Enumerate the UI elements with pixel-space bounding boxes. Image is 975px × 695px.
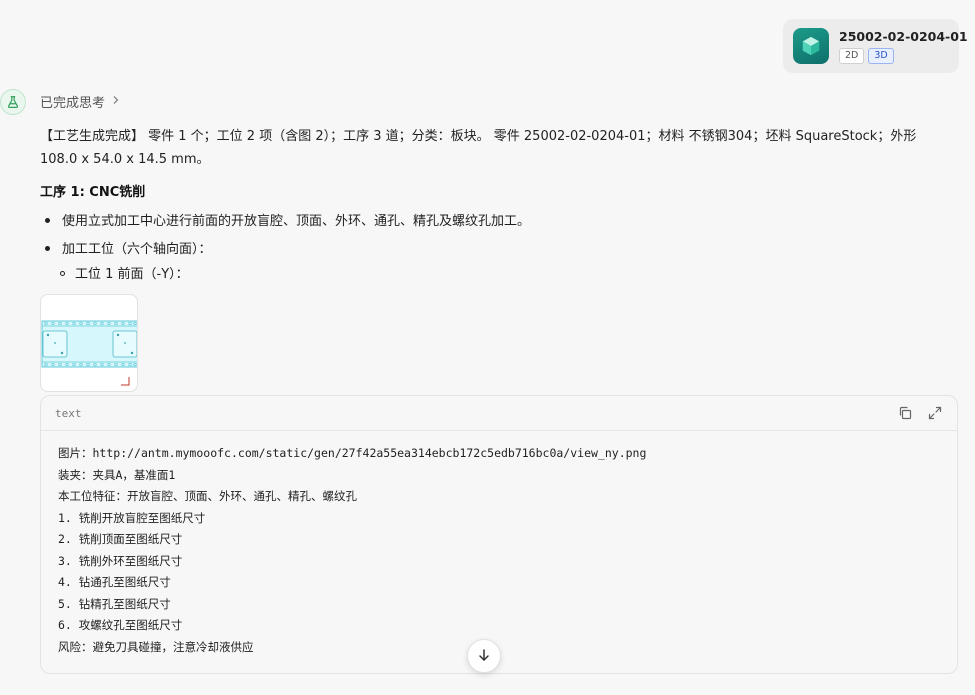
arrow-down-icon	[477, 647, 491, 666]
code-line: 6. 攻螺纹孔至图纸尺寸	[58, 618, 183, 632]
code-line: 3. 铣削外环至图纸尺寸	[58, 553, 183, 568]
code-line: 1. 铣削开放盲腔至图纸尺寸	[58, 510, 206, 525]
list-item: 加工工位（六个轴向面）：	[40, 240, 212, 260]
chat-page: 25002-02-0204-01 2D 3D 已完成思考 【工艺生成完成】 零件…	[0, 0, 975, 695]
code-line: 4. 钻通孔至图纸尺寸	[58, 575, 171, 589]
step-title: 工序 1: CNC铣削	[40, 185, 146, 200]
part-view-image[interactable]	[40, 294, 138, 392]
chevron-right-icon	[111, 94, 121, 109]
thinking-label: 已完成思考	[40, 96, 106, 111]
scroll-down-button[interactable]	[467, 639, 501, 673]
code-content: 图片：http://antm.mymooofc.com/static/gen/2…	[41, 431, 957, 658]
view-3d-button[interactable]: 3D	[868, 47, 894, 64]
code-line: 5. 钻精孔至图纸尺寸	[58, 596, 171, 611]
code-language-label: text	[55, 406, 82, 420]
flask-icon	[0, 89, 26, 115]
code-block-header: text	[41, 396, 957, 431]
attachment-filename: 25002-02-0204-01	[839, 28, 968, 44]
copy-icon[interactable]	[897, 405, 913, 421]
cube-icon	[793, 28, 829, 64]
expand-icon[interactable]	[927, 405, 943, 421]
code-line: 本工位特征：开放盲腔、顶面、外环、通孔、精孔、螺纹孔	[58, 489, 357, 503]
thinking-toggle[interactable]: 已完成思考	[40, 92, 121, 111]
code-line: 图片：http://antm.mymooofc.com/static/gen/2…	[58, 446, 647, 460]
code-line: 装夹：夹具A，基准面1	[58, 467, 176, 482]
sub-list-item: 工位 1 前面（-Y）：	[60, 265, 189, 285]
list-item: 使用立式加工中心进行前面的开放盲腔、顶面、外环、通孔、精孔及螺纹孔加工。	[40, 212, 530, 232]
summary-text: 【工艺生成完成】 零件 1 个；工位 2 项（含图 2）；工序 3 道；分类：板…	[40, 129, 917, 167]
code-line: 2. 铣削顶面至图纸尺寸	[58, 532, 183, 546]
code-block: text 图片：http://antm.mymooofc.com/static/…	[40, 395, 958, 674]
view-2d-button[interactable]: 2D	[839, 47, 865, 64]
attachment-card[interactable]: 25002-02-0204-01 2D 3D	[783, 19, 968, 73]
